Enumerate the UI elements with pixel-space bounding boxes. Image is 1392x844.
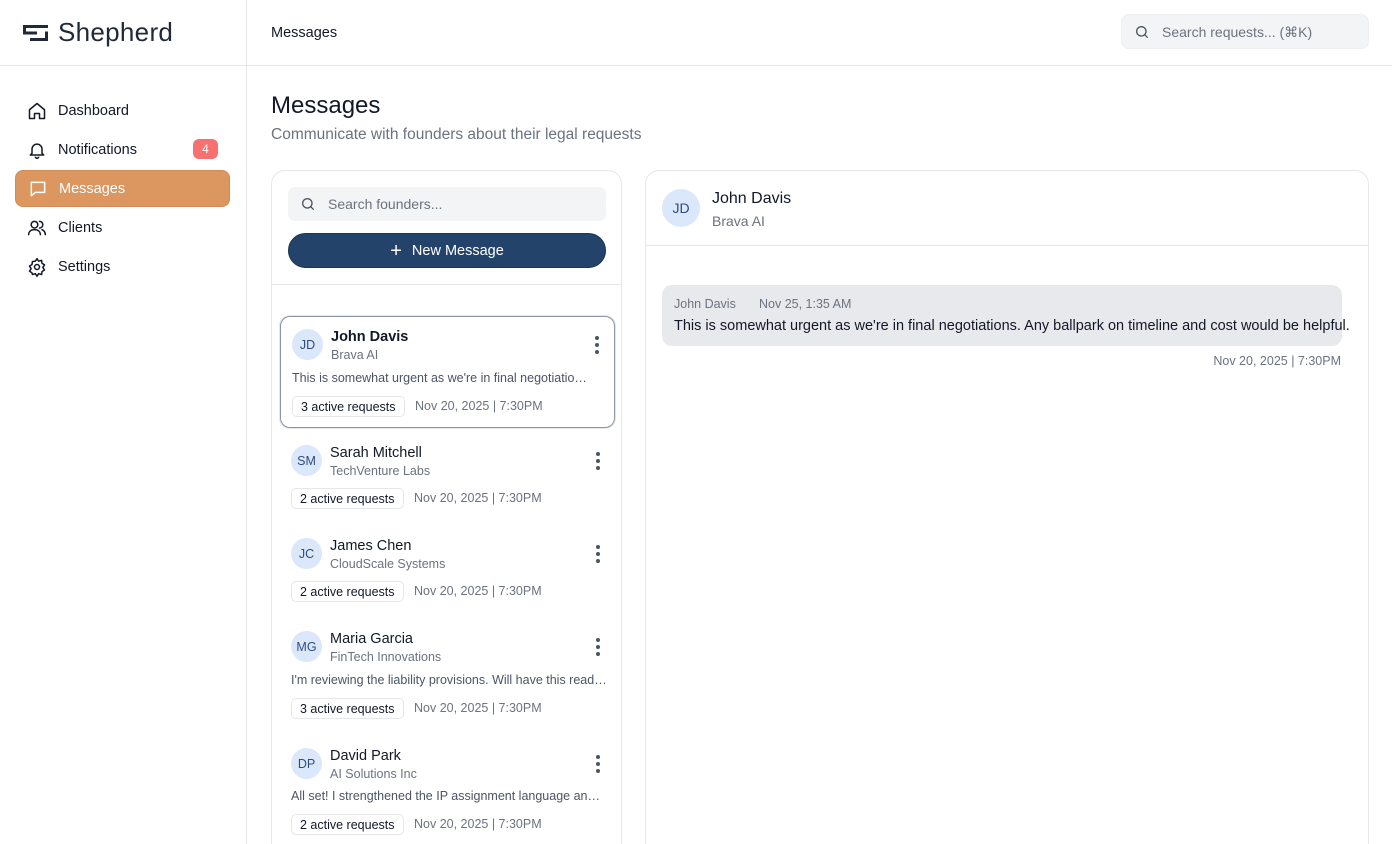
page-subtitle: Communicate with founders about their le…	[271, 126, 642, 143]
avatar: JD	[292, 329, 323, 360]
sidebar-item-label: Notifications	[58, 141, 137, 158]
message-icon	[28, 179, 48, 199]
more-options-icon[interactable]	[595, 452, 601, 470]
plus-icon: +	[390, 239, 402, 262]
users-icon	[27, 218, 47, 238]
conversation-date: Nov 20, 2025 | 7:30PM	[414, 584, 542, 598]
global-search-input[interactable]	[1162, 23, 1352, 40]
avatar: JD	[662, 189, 700, 227]
brand-name: Shepherd	[58, 17, 174, 47]
conversation-item[interactable]: MG Maria Garcia FinTech Innovations I'm …	[280, 621, 615, 726]
conversation-item[interactable]: DP David Park AI Solutions Inc All set! …	[280, 738, 615, 843]
page-header: Messages Communicate with founders about…	[271, 92, 641, 144]
sidebar-nav: Dashboard Notifications 4 Messages Clien…	[0, 66, 246, 285]
founder-name: John Davis	[331, 329, 409, 345]
active-requests-badge: 2 active requests	[291, 581, 404, 602]
sidebar-item-label: Dashboard	[58, 102, 129, 119]
notification-count-badge: 4	[193, 139, 218, 159]
more-options-icon[interactable]	[595, 545, 601, 563]
global-search[interactable]	[1121, 14, 1369, 49]
message-sender: John Davis	[674, 297, 736, 311]
app-root: Shepherd Dashboard Notifications 4 Messa…	[0, 0, 1392, 844]
founder-company: AI Solutions Inc	[330, 767, 417, 781]
message-preview: This is somewhat urgent as we're in fina…	[292, 371, 592, 385]
sidebar-item-label: Messages	[59, 180, 126, 197]
sidebar-item-notifications[interactable]: Notifications 4	[15, 131, 230, 168]
conversation-date: Nov 20, 2025 | 7:30PM	[414, 701, 542, 715]
message-bubble: John Davis Nov 25, 1:35 AM This is somew…	[662, 285, 1350, 346]
bell-icon	[27, 140, 47, 160]
founder-name: James Chen	[330, 538, 412, 554]
more-options-icon[interactable]	[595, 755, 601, 773]
breadcrumb: Messages	[271, 24, 338, 41]
conversation-date: Nov 20, 2025 | 7:30PM	[415, 399, 543, 413]
gear-icon	[27, 257, 47, 277]
avatar: MG	[291, 631, 322, 662]
founder-name: David Park	[330, 748, 401, 764]
founders-panel: + New Message JD John Davis Brava AI Thi…	[271, 170, 622, 844]
chat-contact-company: Brava AI	[712, 213, 765, 229]
founder-search-input[interactable]	[328, 196, 598, 212]
active-requests-badge: 2 active requests	[291, 488, 404, 509]
avatar: JC	[291, 538, 322, 569]
page-title: Messages	[271, 92, 381, 119]
chat-contact-name: John Davis	[712, 190, 792, 207]
search-icon	[1134, 24, 1150, 40]
chat-panel: JD John Davis Brava AI John Davis Nov 25…	[645, 170, 1369, 844]
active-requests-badge: 2 active requests	[291, 814, 404, 835]
avatar: SM	[291, 445, 322, 476]
sidebar: Shepherd Dashboard Notifications 4 Messa…	[0, 0, 247, 844]
sidebar-item-label: Settings	[58, 258, 111, 275]
shepherd-logo-icon	[22, 23, 50, 43]
new-message-button[interactable]: + New Message	[288, 233, 606, 268]
founder-name: Sarah Mitchell	[330, 445, 422, 461]
founder-company: FinTech Innovations	[330, 650, 442, 664]
chat-header: JD John Davis Brava AI	[646, 171, 1368, 246]
more-options-icon[interactable]	[595, 638, 601, 656]
founder-company: TechVenture Labs	[330, 464, 431, 478]
founder-company: CloudScale Systems	[330, 557, 446, 571]
sidebar-item-dashboard[interactable]: Dashboard	[15, 92, 230, 129]
message-preview: All set! I strengthened the IP assignmen…	[291, 789, 601, 803]
home-icon	[27, 101, 47, 121]
founder-search[interactable]	[288, 187, 606, 221]
active-requests-badge: 3 active requests	[292, 396, 405, 417]
more-options-icon[interactable]	[594, 336, 600, 354]
active-requests-badge: 3 active requests	[291, 698, 404, 719]
sidebar-item-clients[interactable]: Clients	[15, 209, 230, 246]
conversation-date: Nov 20, 2025 | 7:30PM	[414, 817, 542, 831]
sidebar-item-messages[interactable]: Messages	[15, 170, 230, 207]
brand[interactable]: Shepherd	[0, 0, 246, 66]
conversation-item[interactable]: JC James Chen CloudScale Systems 2 activ…	[280, 528, 615, 608]
message-footer-date: Nov 20, 2025 | 7:30PM	[1213, 354, 1341, 368]
message-preview: I'm reviewing the liability provisions. …	[291, 673, 609, 687]
divider	[272, 284, 621, 285]
message-text: This is somewhat urgent as we're in fina…	[674, 318, 1350, 334]
search-icon	[300, 196, 316, 212]
top-bar: Messages	[247, 0, 1392, 66]
new-message-label: New Message	[411, 242, 504, 259]
founder-name: Maria Garcia	[330, 631, 413, 647]
conversation-item[interactable]: JD John Davis Brava AI This is somewhat …	[280, 316, 615, 428]
conversation-date: Nov 20, 2025 | 7:30PM	[414, 491, 542, 505]
avatar: DP	[291, 748, 322, 779]
sidebar-item-label: Clients	[58, 219, 103, 236]
founder-company: Brava AI	[331, 348, 379, 362]
sidebar-item-settings[interactable]: Settings	[15, 248, 230, 285]
message-timestamp: Nov 25, 1:35 AM	[759, 297, 852, 311]
conversation-item[interactable]: SM Sarah Mitchell TechVenture Labs 2 act…	[280, 435, 615, 515]
